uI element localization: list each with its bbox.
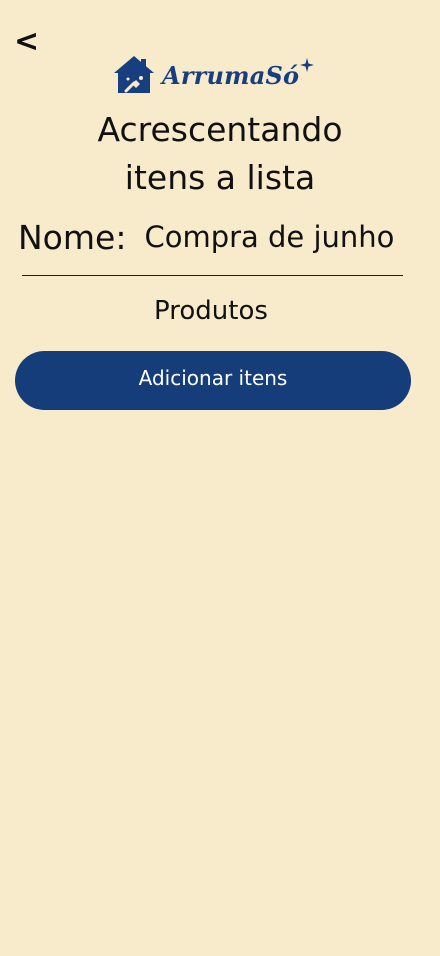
sparkle-icon — [300, 58, 314, 72]
add-items-button[interactable]: Adicionar itens — [15, 351, 411, 410]
page-title-line1: Acrescentando — [97, 110, 343, 149]
list-name-value: Compra de junho — [144, 220, 395, 254]
logo-text: ArrumaSó — [162, 60, 300, 90]
house-cleaning-icon — [114, 56, 154, 93]
products-heading: Produtos — [154, 296, 268, 326]
list-name-row: Nome: Compra de junho — [18, 212, 428, 262]
back-button[interactable]: < — [14, 24, 39, 60]
name-label: Nome: — [18, 217, 127, 257]
divider — [22, 275, 403, 276]
page-title-line2: itens a lista — [124, 158, 316, 197]
app-logo: ArrumaSó — [112, 52, 316, 98]
page-title: Acrescentando itens a lista — [0, 106, 440, 202]
